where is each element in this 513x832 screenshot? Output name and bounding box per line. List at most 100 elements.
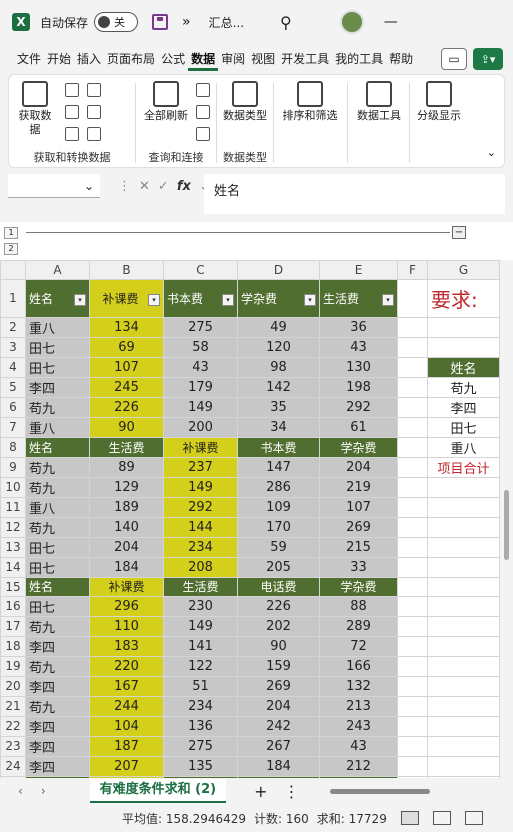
outline-level-1[interactable]: 1 <box>4 227 18 239</box>
column-header[interactable]: F <box>397 260 428 280</box>
cell[interactable]: 58 <box>163 336 238 358</box>
row-header[interactable]: 9 <box>0 456 26 478</box>
normal-view-icon[interactable] <box>400 811 419 825</box>
cell[interactable] <box>397 456 428 478</box>
cell[interactable]: 田七 <box>25 356 90 378</box>
cell[interactable]: 135 <box>163 755 238 777</box>
column-header[interactable]: C <box>163 260 238 280</box>
cell[interactable]: 141 <box>163 635 238 657</box>
search-icon[interactable]: ⚲ <box>280 13 292 32</box>
cell[interactable]: 200 <box>163 416 238 438</box>
cell[interactable]: 243 <box>319 715 398 737</box>
cell[interactable]: 项目合计 <box>427 456 500 478</box>
row-header[interactable]: 13 <box>0 536 26 558</box>
cell[interactable]: 136 <box>163 715 238 737</box>
cell[interactable]: 215 <box>319 536 398 558</box>
cell[interactable]: 李四 <box>25 715 90 737</box>
cell[interactable] <box>427 715 500 737</box>
cell[interactable]: 李四 <box>25 635 90 657</box>
prev-sheet-icon[interactable]: ‹ <box>18 784 23 798</box>
sheet-grid[interactable]: A B C D E F G 1 姓名 ▾ 补课费 ▾ 书本费 ▾ 学杂费 ▾ 生活费 ▾ 要求: 2 重八… <box>0 260 500 778</box>
cell[interactable] <box>397 376 428 398</box>
cell[interactable]: 姓名 <box>427 356 500 378</box>
column-header[interactable]: B <box>89 260 164 280</box>
quick-access-more-icon[interactable]: » <box>182 14 191 30</box>
cell[interactable]: 43 <box>163 356 238 378</box>
row-header[interactable]: 19 <box>0 655 26 677</box>
cell[interactable]: 补课费 <box>89 576 164 597</box>
row-header[interactable]: 3 <box>0 336 26 358</box>
ribbon-collapse-icon[interactable]: ⌄ <box>487 146 496 159</box>
cell[interactable] <box>427 695 500 717</box>
cell[interactable]: 43 <box>319 336 398 358</box>
cell[interactable]: 李四 <box>25 735 90 757</box>
cell[interactable]: 198 <box>319 376 398 398</box>
cell[interactable]: 242 <box>237 715 320 737</box>
tab-view[interactable]: 视图 <box>248 47 278 71</box>
sort-filter-button[interactable]: 排序和筛选 <box>277 81 343 123</box>
cell[interactable]: 89 <box>89 456 164 478</box>
cell[interactable] <box>397 476 428 498</box>
cell[interactable]: 李四 <box>25 755 90 777</box>
cell[interactable]: 33 <box>319 556 398 578</box>
cell[interactable]: 184 <box>237 755 320 777</box>
cell[interactable]: 269 <box>319 516 398 538</box>
enter-icon[interactable]: ✓ <box>158 179 169 194</box>
cell[interactable] <box>397 655 428 677</box>
cell[interactable]: 李四 <box>25 675 90 697</box>
page-layout-view-icon[interactable] <box>432 811 451 825</box>
filter-dropdown-icon[interactable]: ▾ <box>148 293 160 306</box>
cell[interactable]: 159 <box>237 655 320 677</box>
cell[interactable]: 204 <box>237 695 320 717</box>
recent-sources-icon[interactable] <box>87 83 101 97</box>
cell[interactable] <box>397 416 428 438</box>
horizontal-scrollbar[interactable] <box>316 786 456 796</box>
cell[interactable]: 49 <box>237 316 320 338</box>
cell[interactable]: 69 <box>89 336 164 358</box>
cell[interactable] <box>427 755 500 777</box>
get-data-button[interactable]: 获取数据 <box>15 81 55 137</box>
add-sheet-icon[interactable]: + <box>254 782 267 801</box>
cell[interactable] <box>427 635 500 657</box>
cell[interactable]: 207 <box>89 755 164 777</box>
cell[interactable]: 姓名 <box>25 436 90 458</box>
cell[interactable] <box>397 595 428 617</box>
save-icon[interactable] <box>152 14 169 30</box>
cell[interactable]: 134 <box>89 316 164 338</box>
cell[interactable]: 204 <box>319 456 398 478</box>
cell[interactable]: 90 <box>89 416 164 438</box>
tab-review[interactable]: 审阅 <box>218 47 248 71</box>
tab-formulas[interactable]: 公式 <box>158 47 188 71</box>
cell[interactable]: 生活费 ▾ <box>319 278 398 318</box>
formula-input[interactable]: 姓名 <box>204 174 505 214</box>
existing-connections-icon[interactable] <box>87 105 101 119</box>
cell[interactable]: 107 <box>89 356 164 378</box>
next-sheet-icon[interactable]: › <box>41 784 46 798</box>
cell[interactable]: 姓名 <box>25 576 90 597</box>
cell[interactable]: 苟九 <box>25 516 90 538</box>
cell[interactable]: 226 <box>89 396 164 418</box>
cell[interactable]: 166 <box>319 655 398 677</box>
column-header[interactable]: A <box>25 260 90 280</box>
cell[interactable]: 重八 <box>25 316 90 338</box>
cell[interactable]: 149 <box>163 396 238 418</box>
filter-dropdown-icon[interactable]: ▾ <box>304 293 316 306</box>
comment-icon[interactable]: ▭ <box>441 48 467 70</box>
cell[interactable]: 李四 <box>427 396 500 418</box>
cell[interactable]: 244 <box>89 695 164 717</box>
cell[interactable]: 34 <box>237 416 320 438</box>
cell[interactable]: 292 <box>319 396 398 418</box>
data-tools-button[interactable]: 数据工具 <box>351 81 407 123</box>
cell[interactable]: 275 <box>163 735 238 757</box>
cell[interactable]: 208 <box>163 556 238 578</box>
cell[interactable]: 电话费 <box>237 576 320 597</box>
scroll-thumb[interactable] <box>504 490 509 560</box>
select-all-corner[interactable] <box>0 260 26 280</box>
cell[interactable]: 109 <box>237 496 320 518</box>
cell[interactable] <box>427 595 500 617</box>
cell[interactable]: 286 <box>237 476 320 498</box>
cell[interactable] <box>427 316 500 338</box>
tab-data[interactable]: 数据 <box>188 47 219 71</box>
row-header[interactable]: 5 <box>0 376 26 398</box>
row-header[interactable]: 12 <box>0 516 26 538</box>
